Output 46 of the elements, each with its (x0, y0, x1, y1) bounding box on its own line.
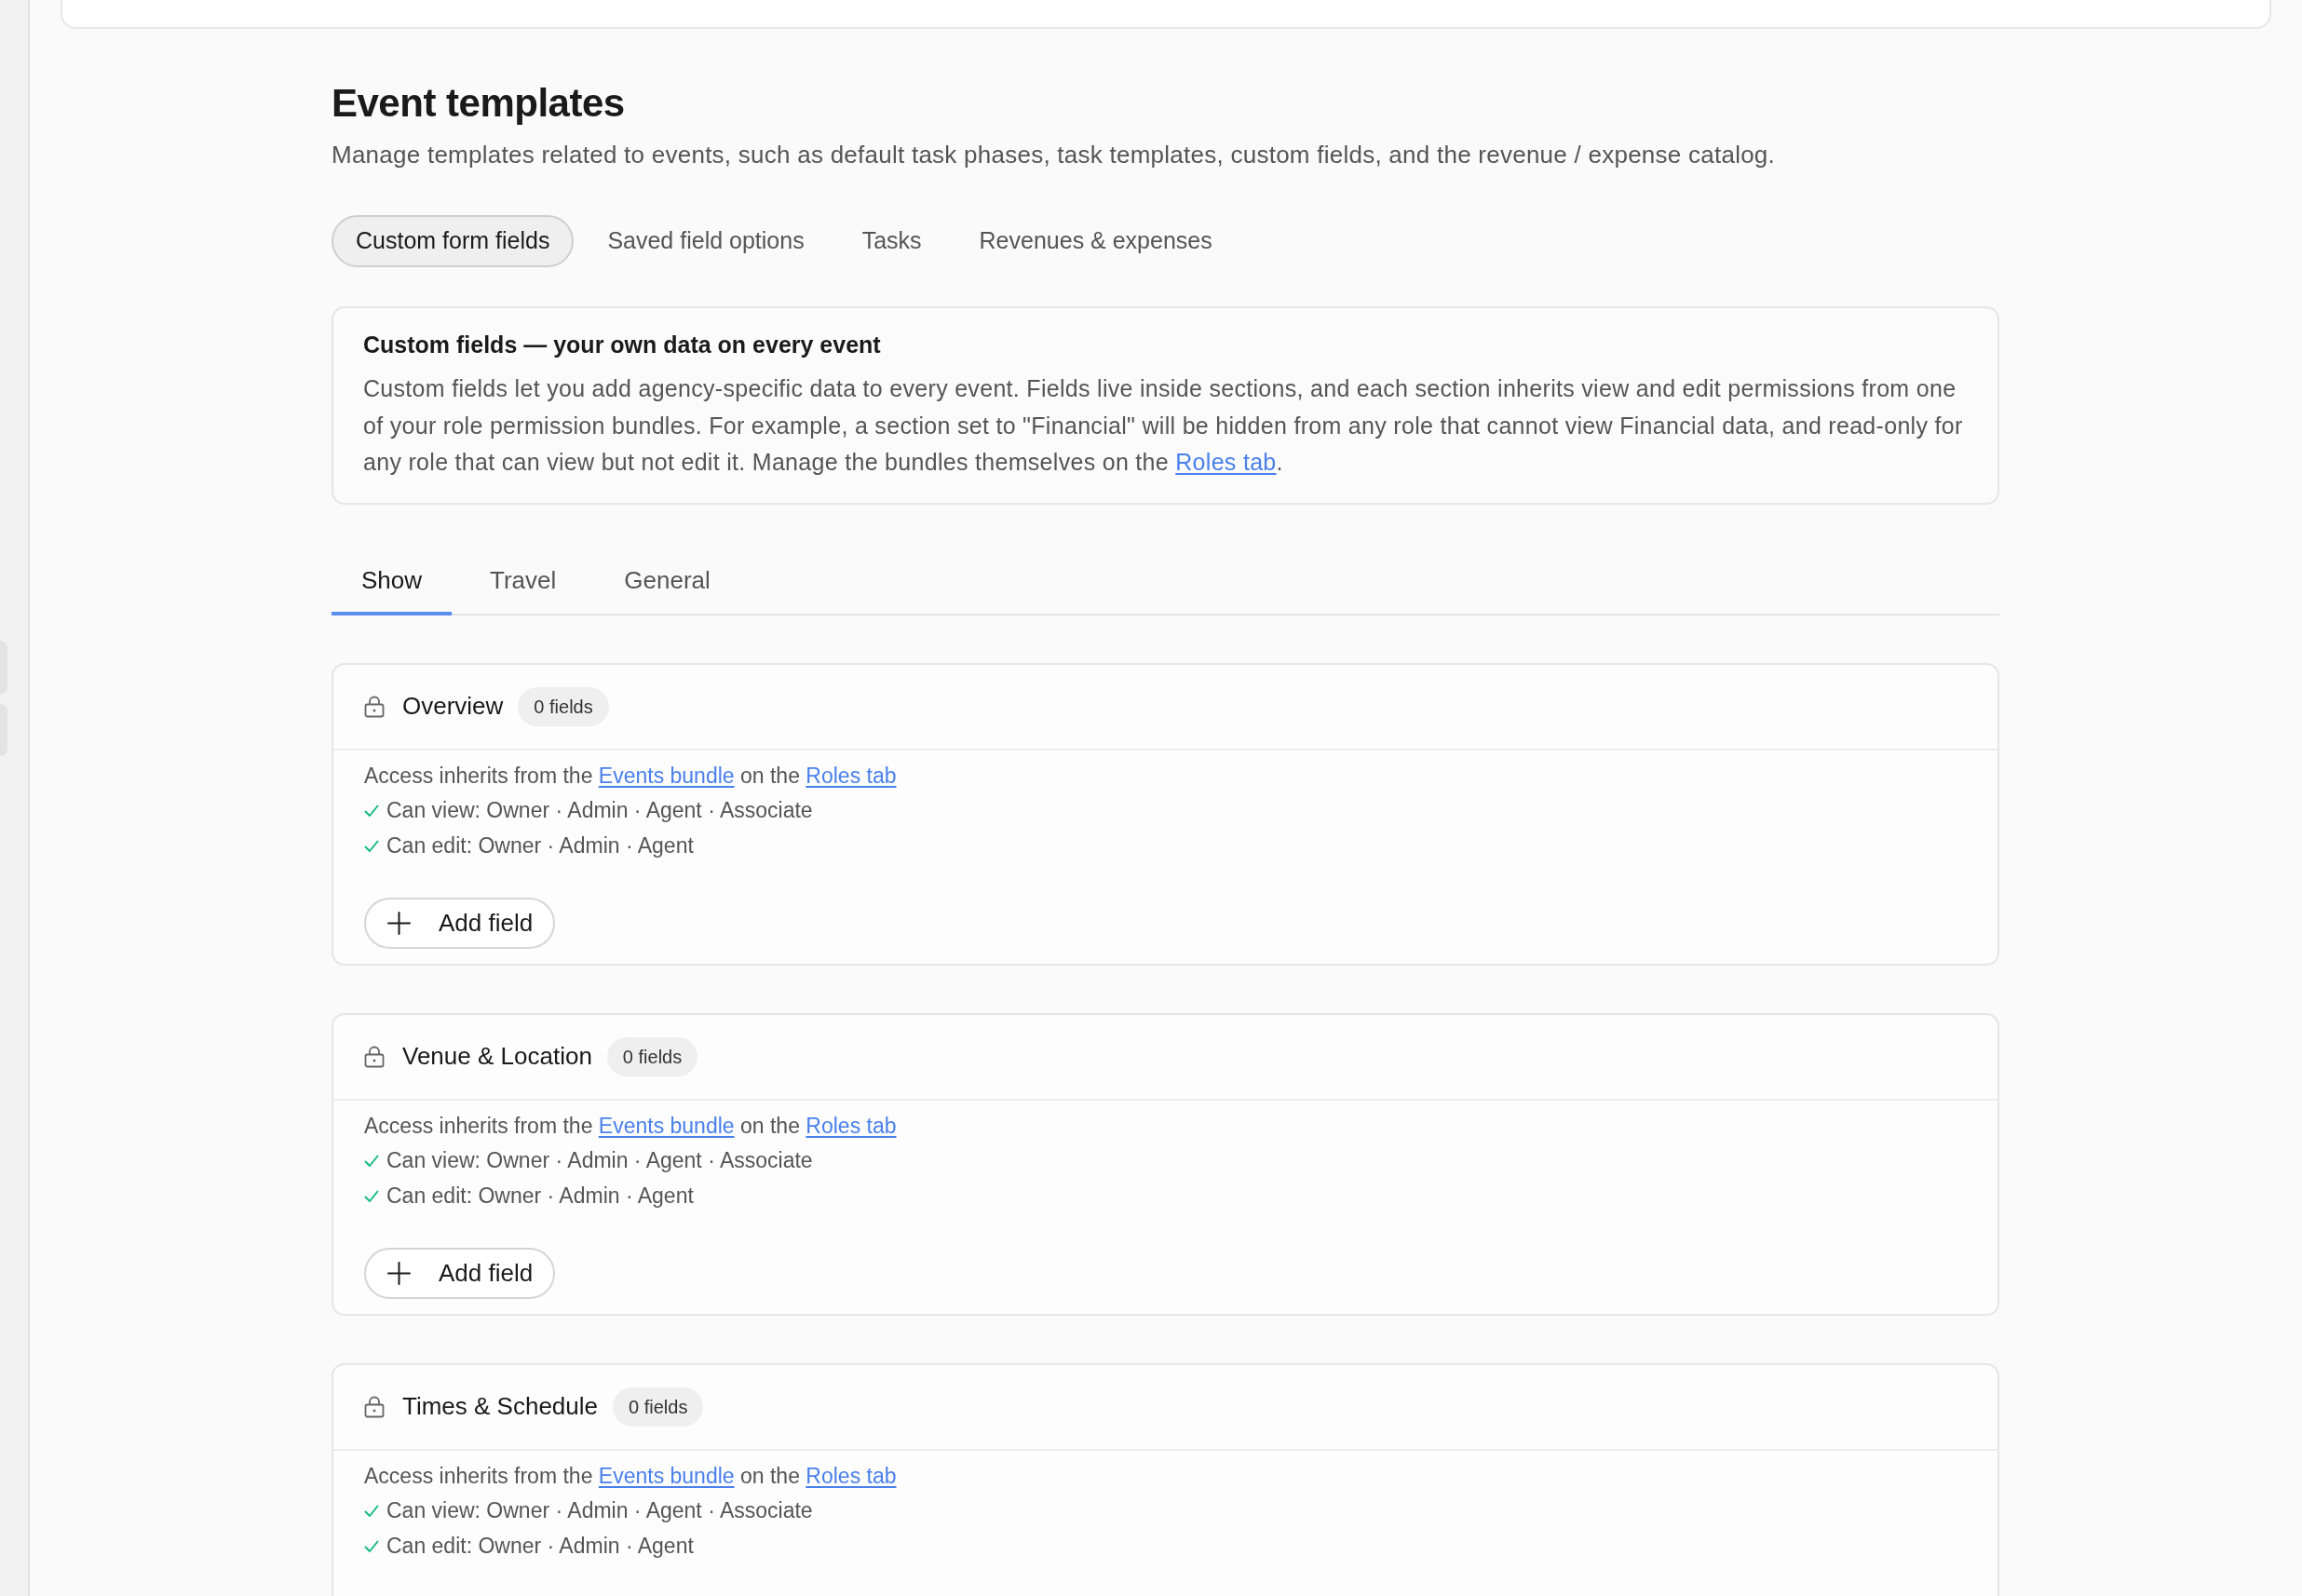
field-count: 0 fields (606, 1036, 698, 1076)
lock-icon (364, 1395, 385, 1418)
page-description: Manage templates related to events, such as default task phases, task templates, custom fields, and the revenue / expense catalog. (332, 140, 1777, 170)
info-title: Custom fields — your own data on every event (363, 331, 882, 359)
permission-text: Can view: Owner · Admin · Agent · Associate (386, 1497, 813, 1525)
plus-icon (387, 911, 411, 935)
check-icon (364, 1504, 379, 1518)
permission-text: Can view: Owner · Admin · Agent · Associate (386, 1147, 813, 1175)
tab[interactable]: Saved field options (583, 215, 829, 267)
add-field-button[interactable]: Add field (364, 897, 556, 949)
lock-icon (364, 1045, 385, 1068)
roles-link[interactable]: Roles tab (806, 1113, 897, 1138)
check-icon (364, 804, 379, 818)
permission-text: Can edit: Owner · Admin · Agent (386, 1533, 694, 1561)
tab[interactable]: Revenues & expenses (955, 215, 1237, 267)
roles-link[interactable]: Roles tab (1175, 449, 1277, 475)
permission-text: Can edit: Owner · Admin · Agent (386, 832, 694, 860)
tab[interactable]: Custom form fields (332, 215, 575, 267)
lock-icon (364, 695, 385, 718)
section-title: Overview (402, 691, 504, 722)
bundle-link[interactable]: Events bundle (598, 1463, 735, 1488)
section-tab[interactable]: Show (332, 548, 453, 615)
add-field-button[interactable]: Add field (364, 1247, 556, 1299)
check-icon (364, 1539, 379, 1553)
plus-icon (387, 1261, 411, 1285)
field-count: 0 fields (613, 1386, 704, 1427)
check-icon (364, 1154, 379, 1168)
info-text: Custom fields let you add agency-specific data to every event. Fields live inside sections, and each section inherits view and edit permissions from one of your role permission bundles. For example, a section set to "Financial" will be hidden from any role that cannot view Financial data, and read-only for any role that can view but not edit it. Manage the bundles themselves on the Roles tab. (363, 374, 1964, 477)
section-tab[interactable]: Travel (460, 548, 587, 615)
access-note: Access inherits from the Events bundle on the Roles tab (364, 1112, 897, 1140)
section-title: Times & Schedule (402, 1391, 599, 1422)
access-note: Access inherits from the Events bundle on the Roles tab (364, 1462, 897, 1490)
check-icon (364, 1189, 379, 1203)
check-icon (364, 839, 379, 853)
permission-text: Can edit: Owner · Admin · Agent (386, 1183, 694, 1211)
page-title: Event templates (332, 81, 626, 126)
section-tab[interactable]: General (594, 548, 740, 615)
tab[interactable]: Tasks (837, 215, 946, 267)
roles-link[interactable]: Roles tab (806, 1463, 897, 1488)
bundle-link[interactable]: Events bundle (598, 763, 735, 788)
access-note: Access inherits from the Events bundle on the Roles tab (364, 762, 897, 790)
roles-link[interactable]: Roles tab (806, 763, 897, 788)
section-title: Venue & Location (402, 1041, 592, 1072)
bundle-link[interactable]: Events bundle (598, 1113, 735, 1138)
field-count: 0 fields (518, 686, 609, 726)
permission-text: Can view: Owner · Admin · Agent · Associate (386, 797, 813, 825)
